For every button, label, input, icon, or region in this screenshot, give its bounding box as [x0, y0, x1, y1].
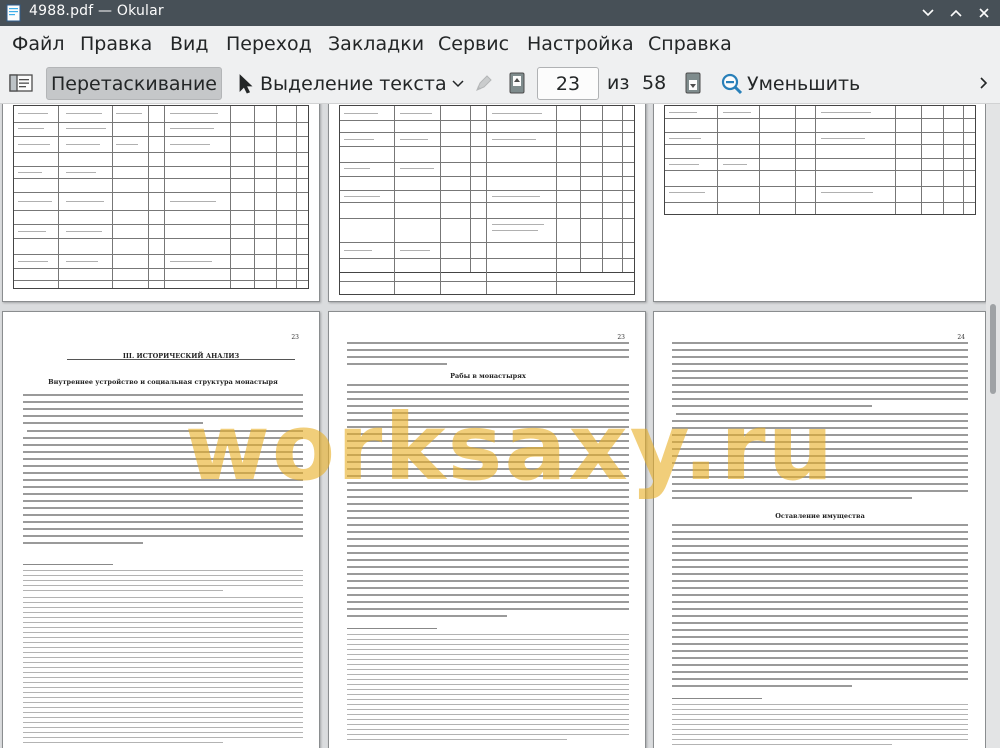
table: [13, 105, 309, 289]
chevron-right-icon: [980, 77, 988, 89]
close-button[interactable]: [972, 1, 996, 25]
chevron-down-icon: [452, 80, 464, 88]
menu-settings[interactable]: Настройка: [527, 33, 634, 55]
section-subheading: Внутреннее устройство и социальная струк…: [48, 378, 278, 386]
page-24-right: 24 Оставление имущества: [653, 311, 986, 748]
cursor-icon: [239, 74, 253, 94]
next-page-button[interactable]: [684, 70, 702, 96]
page-top-right: [653, 104, 986, 302]
chevron-up-icon: [950, 9, 962, 17]
menu-bar: Файл Правка Вид Переход Закладки Сервис …: [0, 26, 1000, 62]
page-23-middle: 23 Рабы в монастырях: [328, 311, 646, 748]
main-toolbar: Перетаскивание Выделение текста из 58: [0, 62, 1000, 104]
section-subheading: Рабы в монастырях: [450, 372, 526, 380]
table-continued: [339, 235, 635, 295]
annotation-tool-button[interactable]: [472, 71, 496, 95]
browse-tool-button[interactable]: Перетаскивание: [46, 67, 222, 100]
text-selection-tool-button[interactable]: Выделение текста: [236, 68, 447, 100]
vertical-scrollbar[interactable]: [986, 104, 1000, 748]
maximize-button[interactable]: [944, 1, 968, 25]
page-number: 24: [957, 334, 965, 341]
selection-mode-dropdown[interactable]: [449, 74, 467, 92]
menu-edit[interactable]: Правка: [80, 33, 152, 55]
annotation-icon: [476, 75, 492, 91]
chevron-down-icon: [922, 9, 934, 17]
section-heading: III. ИСТОРИЧЕСКИЙ АНАЛИЗ: [122, 352, 240, 360]
text-selection-label: Выделение текста: [260, 73, 447, 95]
menu-tools[interactable]: Сервис: [438, 33, 509, 55]
page-number-input[interactable]: [537, 67, 599, 100]
page-top-left: [2, 104, 320, 302]
zoom-out-button[interactable]: Уменьшить: [720, 68, 860, 100]
table: [664, 105, 976, 215]
page-up-icon: [509, 72, 525, 94]
zoom-out-label: Уменьшить: [747, 73, 861, 95]
menu-view[interactable]: Вид: [170, 33, 209, 55]
document-viewport[interactable]: 23 III. ИСТОРИЧЕСКИЙ АНАЛИЗ Внутреннее у…: [0, 104, 1000, 748]
page-top-middle: [328, 104, 646, 302]
page-down-icon: [685, 72, 701, 94]
title-bar: 4988.pdf — Okular: [0, 0, 1000, 26]
page-number: 23: [617, 334, 625, 341]
page-23-left: 23 III. ИСТОРИЧЕСКИЙ АНАЛИЗ Внутреннее у…: [2, 311, 320, 748]
menu-help[interactable]: Справка: [648, 33, 732, 55]
toolbar-overflow-button[interactable]: [976, 74, 992, 92]
menu-bookmarks[interactable]: Закладки: [328, 33, 424, 55]
section-subheading: Оставление имущества: [775, 512, 865, 520]
window-title: 4988.pdf — Okular: [29, 3, 164, 19]
menu-go[interactable]: Переход: [226, 33, 312, 55]
sidebar-toggle-button[interactable]: [8, 71, 34, 95]
scrollbar-thumb[interactable]: [990, 304, 996, 394]
sidebar-icon: [9, 74, 33, 92]
zoom-out-icon: [721, 73, 743, 95]
minimize-button[interactable]: [916, 1, 940, 25]
close-icon: [979, 8, 989, 18]
total-pages-label: 58: [642, 72, 667, 94]
okular-app-icon: [6, 4, 21, 22]
previous-page-button[interactable]: [508, 70, 526, 96]
of-label: из: [607, 72, 630, 94]
menu-file[interactable]: Файл: [12, 33, 65, 55]
page-number: 23: [291, 334, 299, 341]
